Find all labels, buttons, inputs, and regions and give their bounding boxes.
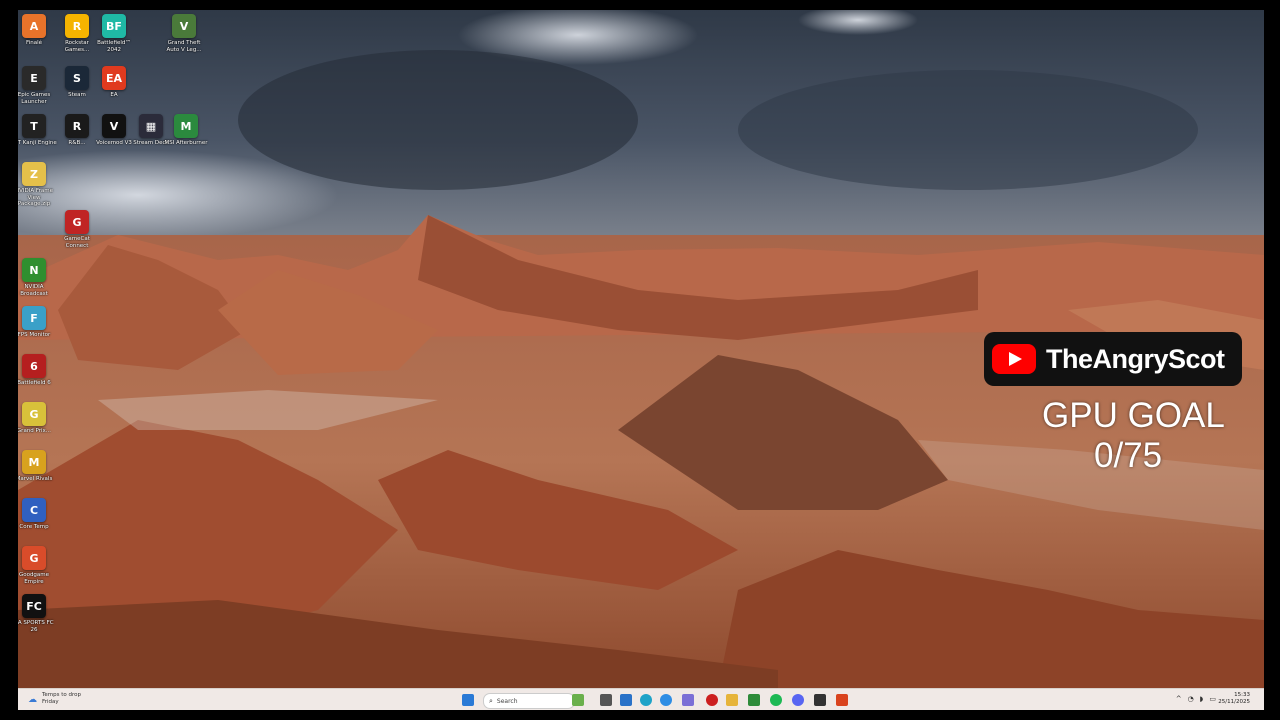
desktop-shortcut[interactable]: F FPS Monitor — [18, 306, 57, 354]
network-icon[interactable]: ◔ — [1188, 695, 1194, 703]
teams-icon[interactable] — [682, 694, 694, 706]
desktop-shortcut[interactable]: T TFT Kanji Engine — [18, 114, 57, 162]
shortcut-label: Grand Prix... — [18, 428, 52, 434]
app-icon: S — [65, 66, 89, 90]
app-icon: M — [174, 114, 198, 138]
desktop-shortcut[interactable]: EA EA — [91, 66, 137, 114]
app-icon: FC — [22, 594, 46, 618]
shortcut-label: Epic Games Launcher — [18, 92, 51, 105]
app-icon: EA — [102, 66, 126, 90]
search-icon: ⌕ — [489, 696, 493, 705]
record-icon[interactable] — [706, 694, 718, 706]
app-icon: Z — [22, 162, 46, 186]
desktop-shortcut[interactable]: G Grand Prix... — [18, 402, 57, 450]
gpu-goal-title: GPU GOAL — [1042, 396, 1225, 435]
shortcut-label: GameCat Connect — [64, 236, 90, 249]
taskbar-clock[interactable]: 15:33 25/11/2025 — [1218, 692, 1250, 706]
weather-day: Friday — [42, 699, 59, 705]
folder-icon[interactable] — [726, 694, 738, 706]
desktop-shortcut[interactable]: N NVIDIA Broadcast — [18, 258, 57, 306]
xbox-icon[interactable] — [748, 694, 760, 706]
app-icon: G — [65, 210, 89, 234]
taskbar-search-box[interactable]: ⌕ Search — [483, 693, 575, 709]
desktop-shortcut[interactable]: G Goodgame Empire — [18, 546, 57, 594]
app-icon: V — [172, 14, 196, 38]
shortcut-label: Core Temp — [19, 524, 49, 530]
youtube-logo-icon — [992, 344, 1036, 374]
shortcut-label: EA — [110, 92, 118, 98]
game-icon[interactable] — [836, 694, 848, 706]
desktop-shortcut[interactable]: 6 Battlefield 6 — [18, 354, 57, 402]
desktop-shortcut[interactable]: E Epic Games Launcher — [18, 66, 57, 114]
shortcut-label: EA SPORTS FC 26 — [18, 620, 54, 633]
spotify-icon[interactable] — [770, 694, 782, 706]
gpu-goal-progress: 0/75 — [1094, 436, 1163, 475]
shortcut-label: Battlefield™ 2042 — [97, 40, 131, 53]
chevron-up-icon[interactable]: ^ — [1176, 695, 1182, 703]
shortcut-label: Finalé — [25, 40, 43, 46]
store-icon[interactable] — [620, 694, 632, 706]
file-explorer-icon[interactable] — [600, 694, 612, 706]
app-icon: R — [65, 114, 89, 138]
app-icon: F — [22, 306, 46, 330]
app-icon: R — [65, 14, 89, 38]
desktop-shortcut[interactable]: FC EA SPORTS FC 26 — [18, 594, 57, 642]
battery-icon[interactable]: ▭ — [1209, 695, 1216, 703]
shortcut-label: NVIDIA Broadcast — [20, 284, 48, 297]
app-icon: G — [22, 546, 46, 570]
weather-headline: Temps to drop — [42, 692, 82, 698]
windows-start-icon[interactable] — [462, 694, 474, 706]
shortcut-label: Goodgame Empire — [18, 572, 50, 585]
desktop-shortcut[interactable]: A Finalé — [18, 14, 57, 62]
app-icon: A — [22, 14, 46, 38]
app-icon: N — [22, 258, 46, 282]
channel-name: TheAngryScot — [1046, 343, 1225, 374]
weather-icon: ☁ — [28, 695, 37, 705]
shortcut-label: MSI Afterburner — [164, 140, 208, 146]
shortcut-label: Marvel Rivals — [18, 476, 53, 482]
volume-icon[interactable]: ◗ — [1200, 695, 1204, 703]
app-icon: C — [22, 498, 46, 522]
app-icon: E — [22, 66, 46, 90]
clock-time: 15:33 — [1234, 692, 1250, 698]
app-icon: T — [22, 114, 46, 138]
weather-widget[interactable]: ☁ Temps to drop Friday — [28, 692, 81, 706]
discord-icon[interactable] — [792, 694, 804, 706]
shortcut-label: FPS Monitor — [18, 332, 51, 338]
app-icon: G — [22, 402, 46, 426]
desktop-screen: A Finalé R Rockstar Games... BF Battlefield™ … — [18, 10, 1264, 710]
desktop-shortcut[interactable]: M MSI Afterburner — [163, 114, 209, 162]
obs-icon[interactable] — [814, 694, 826, 706]
desktop-shortcut[interactable]: G GameCat Connect — [54, 210, 100, 258]
shortcut-label: Battlefield 6 — [18, 380, 51, 386]
search-placeholder: Search — [496, 697, 518, 705]
desktop-shortcut[interactable]: Z NVIDIA Frame View Package.zip — [18, 162, 57, 210]
clock-date: 25/11/2025 — [1218, 699, 1250, 705]
widgets-icon[interactable] — [572, 694, 584, 706]
system-tray: ^ ◔ ◗ ▭ — [1176, 695, 1216, 703]
shortcut-label: Grand Theft Auto V Leg... — [166, 40, 202, 53]
desktop-shortcut[interactable]: BF Battlefield™ 2042 — [91, 14, 137, 62]
app-icon: V — [102, 114, 126, 138]
app-icon: ▦ — [139, 114, 163, 138]
app-icon: M — [22, 450, 46, 474]
desktop-shortcut[interactable]: M Marvel Rivals — [18, 450, 57, 498]
shortcut-label: TFT Kanji Engine — [18, 140, 57, 146]
app-icon: 6 — [22, 354, 46, 378]
youtube-channel-badge: TheAngryScot — [984, 332, 1242, 386]
desktop-shortcut[interactable]: V Grand Theft Auto V Leg... — [161, 14, 207, 62]
app-icon: BF — [102, 14, 126, 38]
shortcut-label: NVIDIA Frame View Package.zip — [18, 188, 53, 207]
taskbar: ☁ Temps to drop Friday ⌕ Search ^ ◔ ◗ ▭ … — [18, 688, 1264, 710]
chrome-icon[interactable] — [660, 694, 672, 706]
desktop-shortcut[interactable]: C Core Temp — [18, 498, 57, 546]
edge-icon[interactable] — [640, 694, 652, 706]
